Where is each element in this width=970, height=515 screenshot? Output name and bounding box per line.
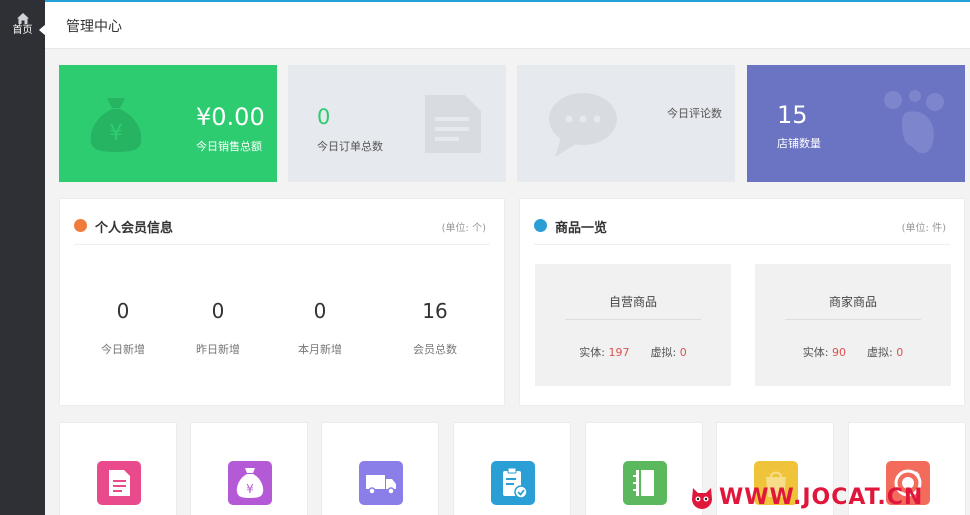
sales-value: ¥0.00	[196, 103, 265, 131]
stat-card-sales[interactable]: ¥ ¥0.00 今日销售总额	[59, 65, 277, 182]
page-title: 管理中心	[66, 19, 122, 35]
virtual-count: 0	[896, 346, 904, 359]
panel-title: 个人会员信息	[95, 221, 174, 236]
document-icon	[425, 95, 481, 153]
virtual-count: 0	[679, 346, 687, 359]
panel-unit: (单位: 件)	[901, 223, 946, 234]
shops-value: 15	[777, 101, 808, 129]
user-icon	[74, 219, 87, 232]
goods-icon	[534, 219, 547, 232]
stat-label: 今日新增	[101, 343, 145, 356]
page-header: 管理中心	[45, 2, 970, 49]
physical-label: 实体:	[579, 346, 605, 359]
member-stat-today: 0 今日新增	[78, 299, 168, 357]
panel-header: 商品一览 (单位: 件)	[534, 217, 950, 245]
svg-text:¥: ¥	[246, 482, 254, 496]
shortcut-tile-documents[interactable]	[59, 422, 177, 515]
shortcut-tile-notebook[interactable]	[585, 422, 703, 515]
shortcut-tile-audit[interactable]	[453, 422, 571, 515]
stat-card-comments[interactable]: 今日评论数	[517, 65, 735, 182]
stat-label: 昨日新增	[196, 343, 240, 356]
goods-card-info: 实体: 197 虚拟: 0	[535, 344, 731, 360]
stat-label: 本月新增	[298, 343, 342, 356]
virtual-label: 虚拟:	[650, 346, 677, 359]
notebook-icon	[623, 461, 667, 505]
cat-logo-icon	[692, 488, 712, 509]
watermark-text: WWW.JOCAT.CN	[719, 485, 924, 510]
sidebar-item-home[interactable]: 首页	[0, 2, 45, 44]
stat-card-shops[interactable]: 15 店铺数量	[747, 65, 965, 182]
goods-card-self[interactable]: 自营商品 实体: 197 虚拟: 0	[535, 264, 731, 386]
comments-label: 今日评论数	[667, 107, 722, 120]
member-info-panel: 个人会员信息 (单位: 个) 0 今日新增 0 昨日新增 0 本月新增 16 会…	[59, 198, 505, 406]
stat-label: 会员总数	[413, 343, 457, 356]
document-icon	[97, 461, 141, 505]
sales-label: 今日销售总额	[196, 140, 262, 153]
stat-number: 0	[116, 299, 130, 323]
home-icon	[16, 13, 29, 24]
panel-unit: (单位: 个)	[441, 223, 486, 234]
stat-number: 16	[422, 299, 448, 323]
svg-text:¥: ¥	[109, 121, 123, 146]
money-bag-icon: ¥	[228, 461, 272, 505]
goods-card-title: 商家商品	[828, 295, 877, 309]
physical-count: 90	[832, 346, 846, 359]
member-stat-yesterday: 0 昨日新增	[173, 299, 263, 357]
goods-card-merchant[interactable]: 商家商品 实体: 90 虚拟: 0	[755, 264, 951, 386]
shops-label: 店铺数量	[777, 137, 821, 150]
divider	[785, 319, 921, 320]
panel-title: 商品一览	[555, 221, 608, 236]
virtual-label: 虚拟:	[866, 346, 893, 359]
goods-card-title: 自营商品	[608, 295, 657, 309]
member-stat-month: 0 本月新增	[275, 299, 365, 357]
stat-number: 0	[211, 299, 225, 323]
sidebar: 首页	[0, 0, 46, 515]
orders-label: 今日订单总数	[317, 140, 383, 153]
physical-count: 197	[608, 346, 630, 359]
shortcut-tile-shipping[interactable]	[321, 422, 439, 515]
member-stat-total: 16 会员总数	[390, 299, 480, 357]
goods-card-info: 实体: 90 虚拟: 0	[755, 344, 951, 360]
truck-icon	[359, 461, 403, 505]
physical-label: 实体:	[802, 346, 829, 359]
chat-bubble-icon	[549, 93, 617, 157]
stat-number: 0	[313, 299, 327, 323]
panel-header: 个人会员信息 (单位: 个)	[74, 217, 490, 245]
stat-card-orders[interactable]: 0 今日订单总数	[288, 65, 506, 182]
money-bag-icon: ¥	[90, 98, 142, 152]
divider	[565, 319, 701, 320]
clipboard-check-icon	[491, 461, 535, 505]
orders-value: 0	[317, 105, 331, 129]
shortcut-tile-finance[interactable]: ¥	[190, 422, 308, 515]
paw-icon	[884, 90, 944, 154]
